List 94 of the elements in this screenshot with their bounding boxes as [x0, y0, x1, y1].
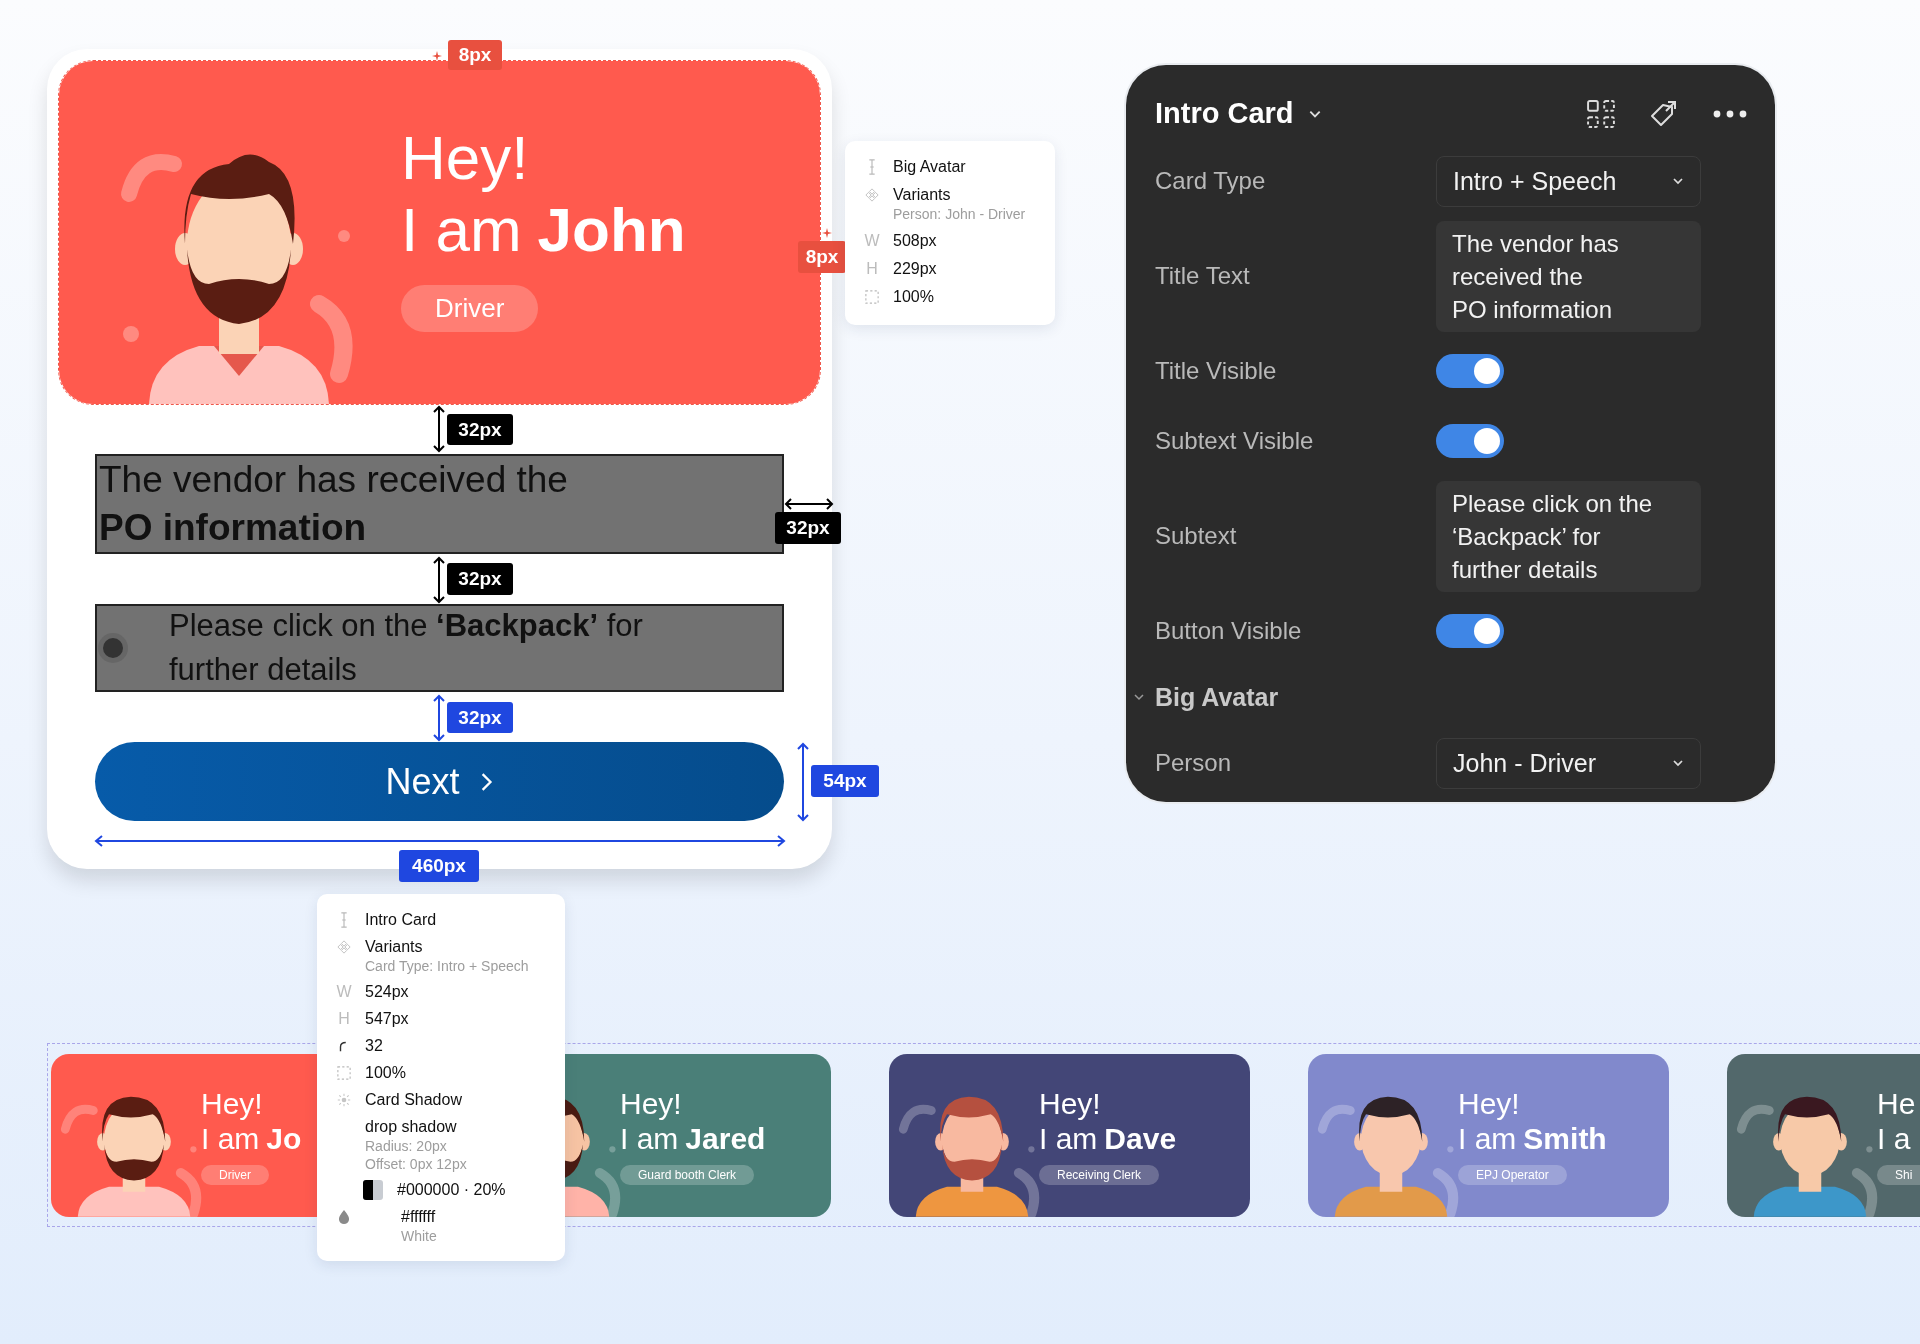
person-name: John: [537, 194, 686, 266]
measurement-label: 32px: [447, 702, 513, 733]
grid-icon[interactable]: [1587, 99, 1615, 128]
property-detail: White: [401, 1227, 437, 1245]
greeting-text: Hey!: [1039, 1086, 1102, 1121]
property-value: Intro Card: [365, 910, 437, 930]
intro-text: I am: [620, 1120, 679, 1157]
sun-icon: [337, 1092, 351, 1108]
intro-text: I a: [1877, 1120, 1911, 1157]
property-label: Title Visible: [1155, 357, 1278, 385]
property-label: Subtext: [1155, 522, 1238, 550]
variants-icon: [337, 939, 351, 955]
property-label: Title Text: [1155, 262, 1251, 290]
next-button[interactable]: Next: [95, 742, 784, 821]
property-value: Variants: [893, 185, 952, 205]
caret-down-icon[interactable]: [1307, 108, 1322, 119]
property-label: Subtext Visible: [1155, 427, 1315, 455]
intro-text: I am: [401, 194, 522, 266]
greeting-text: Hey!: [1458, 1086, 1521, 1121]
measurement-label: 32px: [447, 563, 513, 595]
caret-down-icon: [1672, 759, 1684, 767]
property-value: 100%: [893, 287, 934, 307]
toggle-switch[interactable]: [1436, 424, 1504, 458]
dimension-letter: W: [864, 232, 880, 250]
spacing-marker-icon: [822, 228, 832, 238]
opacity-icon: [865, 289, 879, 305]
property-value: 229px: [893, 259, 937, 279]
dimension-arrow: [784, 498, 834, 510]
panel-title: Intro Card: [1155, 97, 1294, 130]
dimension-letter: H: [866, 260, 878, 278]
spacing-marker-icon: [432, 51, 442, 61]
greeting-text: Hey!: [620, 1086, 683, 1121]
role-badge: Driver: [401, 285, 539, 332]
greeting-text: Hey!: [401, 123, 530, 193]
dimension-letter: W: [336, 983, 352, 1001]
person-name: Dave: [1104, 1120, 1177, 1157]
property-detail: Person: John - Driver: [893, 205, 1026, 223]
dimension-letter: H: [338, 1010, 350, 1028]
greeting-text: He: [1877, 1086, 1917, 1121]
property-value: Big Avatar: [893, 157, 966, 177]
measurement-label: 8px: [448, 40, 502, 70]
property-detail: Offset: 0px 12px: [365, 1155, 467, 1173]
subtext: Please click on the ‘Backpack’ for further details: [169, 607, 643, 689]
dimension-arrow: [433, 694, 445, 742]
tag-arrow-icon[interactable]: [1649, 99, 1677, 128]
measurement-label: 32px: [775, 512, 841, 544]
measurement-label: 460px: [399, 850, 479, 882]
property-detail: Radius: 20px: [365, 1137, 448, 1155]
dropdown[interactable]: John - Driver: [1436, 737, 1701, 789]
property-value: #ffffff: [401, 1207, 437, 1227]
role-badge: Driver: [201, 1164, 269, 1185]
caret-down-icon: [1672, 177, 1684, 185]
person-name: Jo: [266, 1120, 302, 1157]
toggle-switch[interactable]: [1436, 354, 1504, 388]
role-badge: EPJ Operator: [1458, 1164, 1567, 1185]
property-label: Person: [1155, 749, 1233, 777]
property-label: Card Type: [1155, 167, 1267, 195]
greeting-text: Hey!: [201, 1086, 264, 1121]
dimension-arrow: [433, 405, 445, 453]
dropdown[interactable]: Intro + Speech: [1436, 155, 1701, 207]
intro-text: I am: [1039, 1120, 1098, 1157]
property-value: 100%: [365, 1063, 406, 1083]
more-icon[interactable]: [1713, 109, 1747, 118]
measurement-label: 54px: [811, 765, 879, 797]
intro-text: I am: [1458, 1120, 1517, 1157]
measurement-label: 8px: [798, 241, 846, 273]
section-header[interactable]: Big Avatar: [1155, 682, 1279, 712]
color-swatch: [363, 1180, 383, 1200]
property-value: Card Shadow: [365, 1090, 462, 1110]
property-detail: Card Type: Intro + Speech: [365, 957, 529, 975]
dimension-arrow: [433, 556, 445, 604]
intro-text: I am: [201, 1120, 260, 1157]
role-badge: Shi: [1877, 1164, 1920, 1185]
person-name: Jared: [685, 1120, 766, 1157]
opacity-icon: [337, 1065, 351, 1081]
chevron-icon[interactable]: [1133, 693, 1145, 701]
role-badge: Guard booth Clerk: [620, 1164, 755, 1185]
property-value: Variants: [365, 937, 424, 957]
person-name: Smith: [1523, 1120, 1607, 1157]
role-badge: Receiving Clerk: [1039, 1164, 1160, 1185]
toggle-switch[interactable]: [1436, 614, 1504, 648]
property-value: 32: [365, 1036, 383, 1056]
property-value: 508px: [893, 231, 937, 251]
drop-icon: [337, 1209, 351, 1225]
measurement-label: 32px: [447, 414, 513, 445]
property-value: drop shadow: [365, 1117, 458, 1137]
property-value: #000000 · 20%: [397, 1180, 506, 1200]
text-field[interactable]: The vendor has received the PO information: [1436, 220, 1701, 332]
text-field[interactable]: Please click on the ‘Backpack’ for further details: [1436, 480, 1701, 592]
property-value: 547px: [365, 1009, 409, 1029]
title-text: The vendor has received the PO information: [95, 454, 784, 554]
property-label: Button Visible: [1155, 617, 1303, 645]
variants-icon: [865, 187, 879, 203]
property-value: 524px: [365, 982, 409, 1002]
